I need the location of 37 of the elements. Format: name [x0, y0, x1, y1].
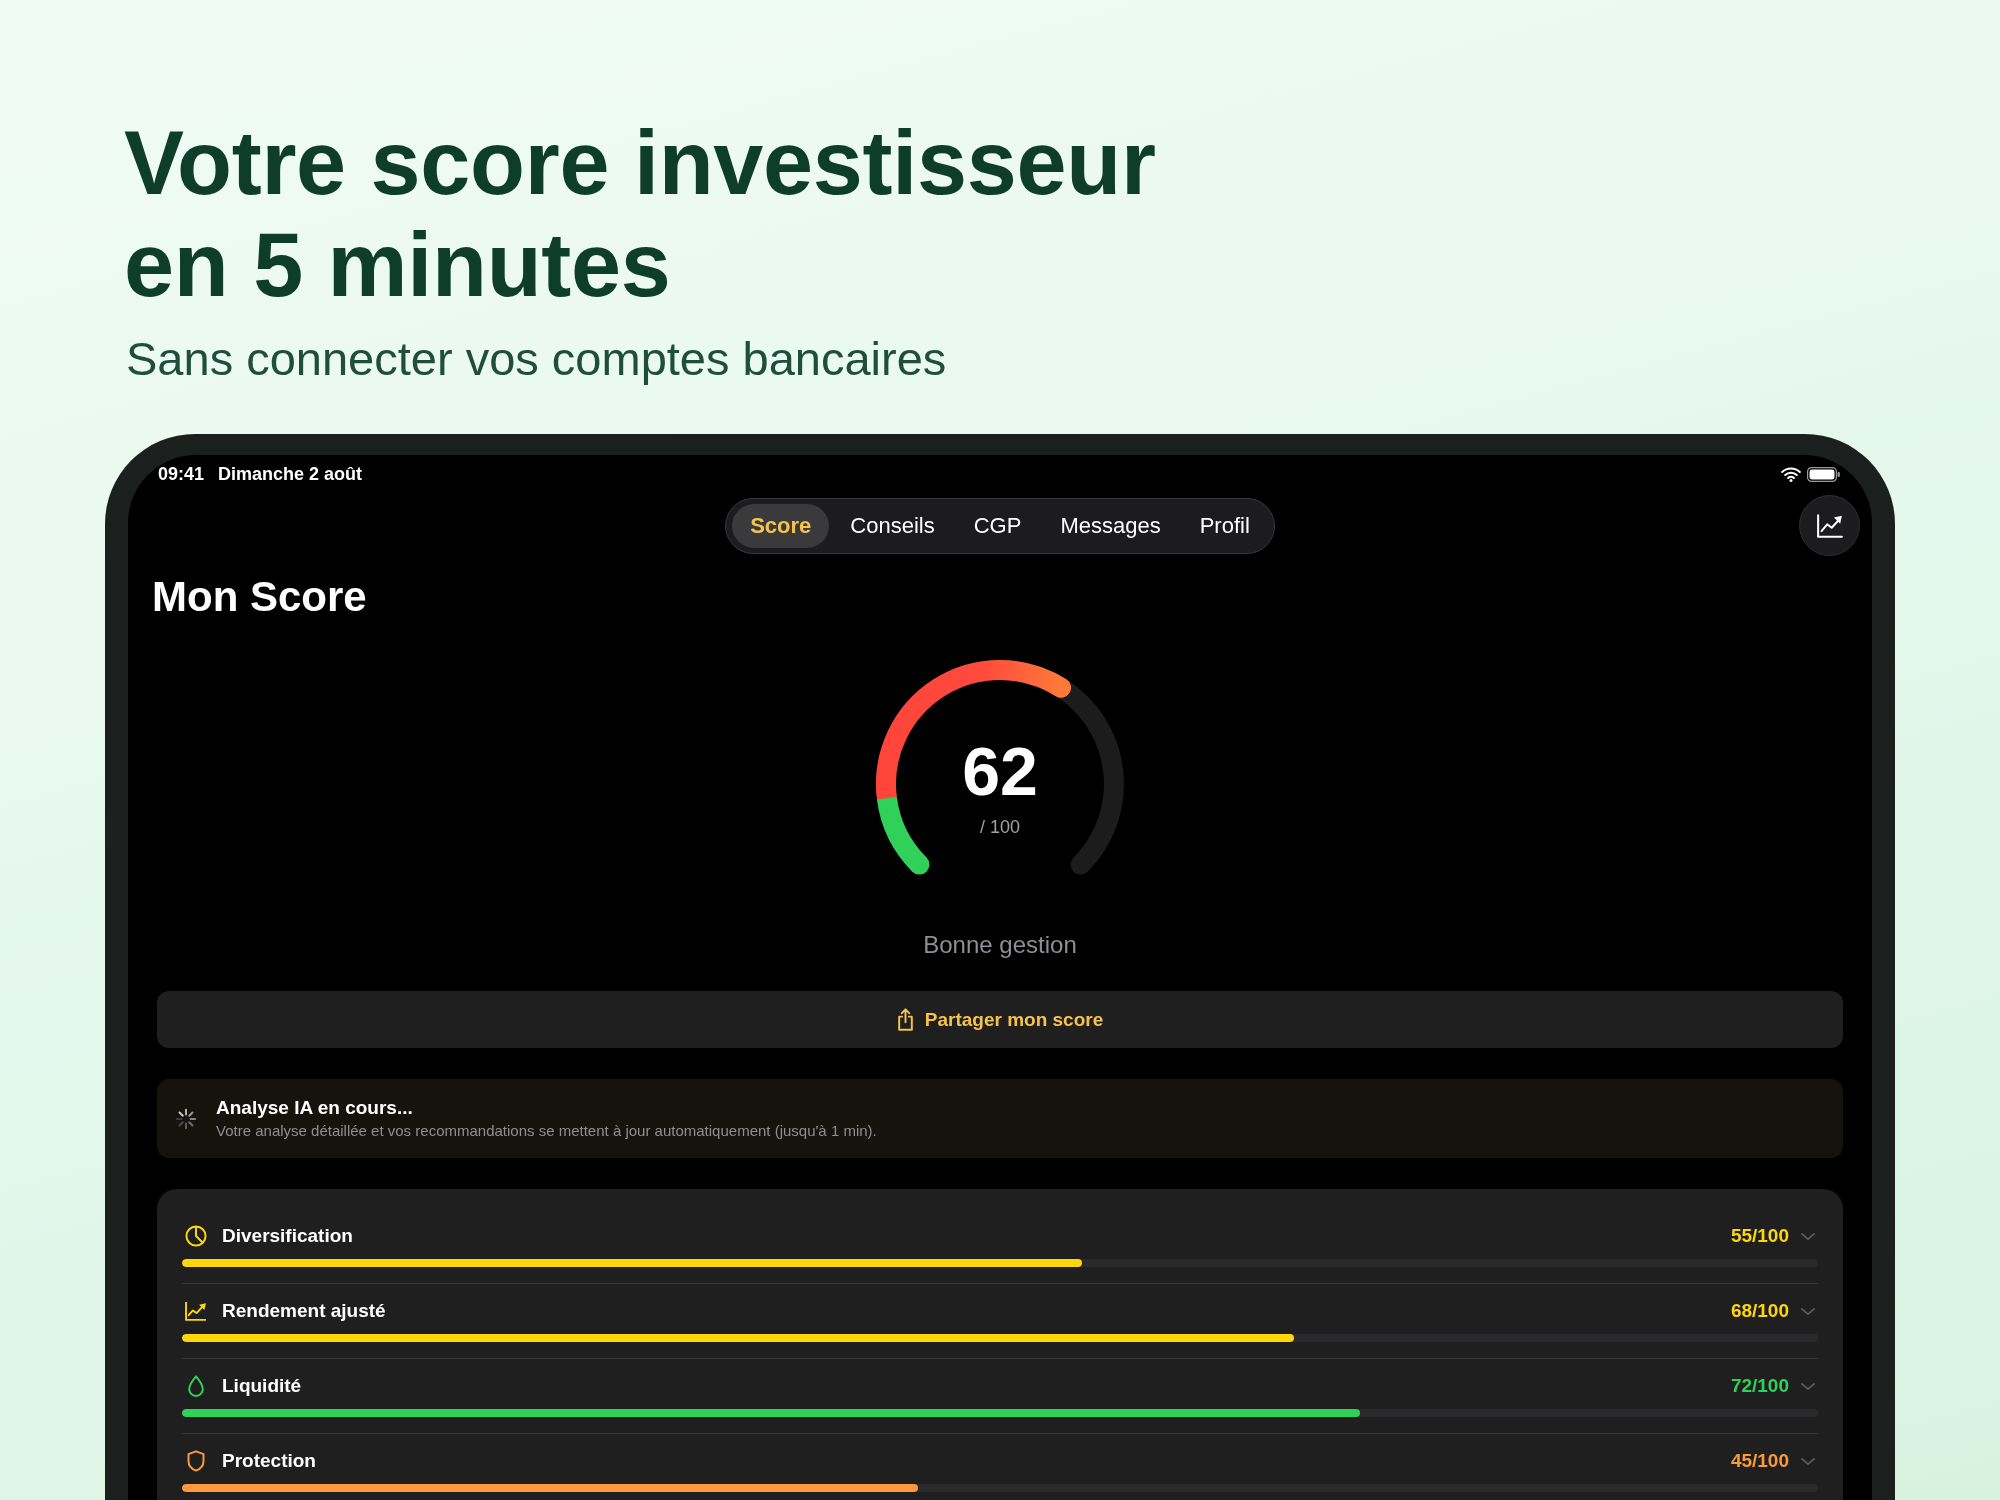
status-time: 09:41	[158, 463, 205, 485]
share-button[interactable]: Partager mon score	[157, 991, 1843, 1048]
score-verdict: Bonne gestion	[923, 930, 1077, 960]
criterion-score: 72/100	[1730, 1375, 1789, 1397]
subtitle: Sans connecter vos comptes bancaires	[126, 332, 947, 386]
status-date: Dimanche 2 août	[218, 463, 363, 485]
chevron-down-icon[interactable]	[1801, 1457, 1815, 1465]
headline: Votre score investisseur en 5 minutes	[124, 112, 1156, 316]
drop-icon	[185, 1375, 207, 1397]
criterion-score: 55/100	[1730, 1225, 1789, 1247]
criterion-label: Rendement ajusté	[222, 1300, 386, 1322]
criterion-score: 45/100	[1730, 1450, 1789, 1472]
battery-icon	[1807, 466, 1840, 482]
criterion-score: 68/100	[1730, 1300, 1789, 1322]
page-title: Mon Score	[152, 572, 367, 622]
score-max: / 100	[979, 816, 1020, 838]
pie-chart-icon	[185, 1225, 207, 1247]
criterion-label: Liquidité	[222, 1375, 302, 1397]
criterion-label: Diversification	[222, 1225, 353, 1247]
wifi-icon	[1781, 466, 1801, 482]
tab[interactable]: Messages	[1042, 503, 1179, 548]
chevron-down-icon[interactable]	[1801, 1382, 1815, 1390]
chevron-down-icon[interactable]	[1801, 1232, 1815, 1240]
trend-chart-icon	[185, 1300, 207, 1322]
spinner-icon	[175, 1107, 197, 1130]
shield-icon	[185, 1450, 207, 1472]
trend-chart-icon	[1816, 513, 1843, 538]
tab[interactable]: Score	[732, 503, 830, 548]
tab[interactable]: Conseils	[832, 503, 953, 548]
notice-title: Analyse IA en cours...	[216, 1096, 413, 1119]
tab[interactable]: Profil	[1181, 503, 1268, 548]
chevron-down-icon[interactable]	[1801, 1307, 1815, 1315]
notice-text: Votre analyse détaillée et vos recommandations se mettent à jour automatiquement (jusqu'à 1 min).	[216, 1120, 877, 1141]
share-icon	[896, 1008, 914, 1031]
tab[interactable]: CGP	[955, 503, 1040, 548]
criterion-label: Protection	[222, 1450, 316, 1472]
score-value: 62	[962, 736, 1038, 806]
